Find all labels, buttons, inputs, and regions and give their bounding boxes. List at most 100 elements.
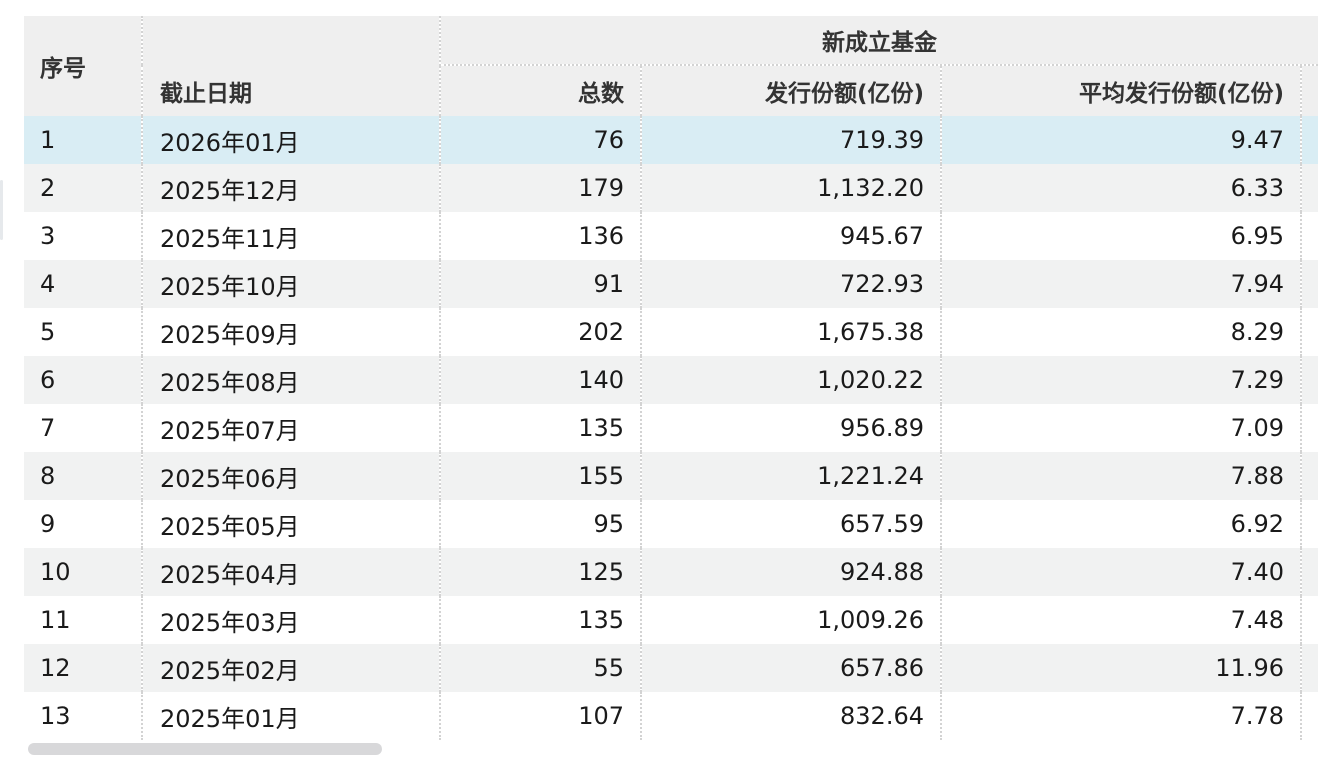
cell-seq: 12 [24,644,142,692]
table-row[interactable]: 3 2025年11月 136 945.67 6.95 [24,212,1318,260]
left-edge-handle [0,180,3,240]
cell-shares: 945.67 [640,212,941,260]
cell-shares: 657.86 [640,644,941,692]
cell-spacer [1300,260,1318,308]
table-row[interactable]: 11 2025年03月 135 1,009.26 7.48 [24,596,1318,644]
cell-shares: 1,009.26 [640,596,941,644]
cell-seq: 1 [24,116,142,164]
cell-spacer [1300,596,1318,644]
cell-seq: 6 [24,356,142,404]
cell-avg-shares: 7.88 [940,452,1301,500]
cell-count: 76 [439,116,641,164]
cell-shares: 719.39 [640,116,941,164]
cell-date: 2025年05月 [141,500,440,548]
cell-avg-shares: 6.33 [940,164,1301,212]
fund-table-container: 序号 新成立基金 截止日期 总数 发行份额(亿份) 平均发行份额(亿份) 1 20… [24,16,1318,740]
cell-count: 125 [439,548,641,596]
cell-date: 2025年10月 [141,260,440,308]
table-row[interactable]: 12 2025年02月 55 657.86 11.96 [24,644,1318,692]
cell-date: 2025年01月 [141,692,440,740]
column-header-date[interactable]: 截止日期 [141,65,440,116]
cell-avg-shares: 9.47 [940,116,1301,164]
cell-count: 155 [439,452,641,500]
cell-avg-shares: 6.95 [940,212,1301,260]
cell-count: 136 [439,212,641,260]
cell-seq: 2 [24,164,142,212]
cell-spacer [1300,500,1318,548]
table-row[interactable]: 13 2025年01月 107 832.64 7.78 [24,692,1318,740]
cell-date: 2025年06月 [141,452,440,500]
cell-spacer [1300,452,1318,500]
cell-shares: 722.93 [640,260,941,308]
cell-shares: 956.89 [640,404,941,452]
cell-date: 2026年01月 [141,116,440,164]
cell-avg-shares: 7.94 [940,260,1301,308]
cell-shares: 1,221.24 [640,452,941,500]
table-row[interactable]: 7 2025年07月 135 956.89 7.09 [24,404,1318,452]
cell-shares: 924.88 [640,548,941,596]
column-header-spacer [1300,65,1318,116]
cell-count: 140 [439,356,641,404]
cell-shares: 1,132.20 [640,164,941,212]
cell-date: 2025年04月 [141,548,440,596]
column-header-avg-shares[interactable]: 平均发行份额(亿份) [940,65,1301,116]
cell-avg-shares: 6.92 [940,500,1301,548]
cell-spacer [1300,356,1318,404]
table-row[interactable]: 8 2025年06月 155 1,221.24 7.88 [24,452,1318,500]
cell-spacer [1300,308,1318,356]
cell-shares: 657.59 [640,500,941,548]
column-header-seq[interactable]: 序号 [24,16,142,116]
cell-avg-shares: 7.78 [940,692,1301,740]
cell-seq: 9 [40,510,56,538]
cell-avg-shares: 7.48 [940,596,1301,644]
cell-seq: 8 [24,452,142,500]
table-header: 序号 新成立基金 截止日期 总数 发行份额(亿份) 平均发行份额(亿份) [24,16,1318,116]
cell-count: 202 [439,308,641,356]
cell-date: 2025年08月 [141,356,440,404]
cell-date: 2025年09月 [141,308,440,356]
cell-shares: 1,675.38 [640,308,941,356]
table-row[interactable]: 10 2025年04月 125 924.88 7.40 [24,548,1318,596]
column-header-blank [141,16,440,65]
cell-avg-shares: 7.29 [940,356,1301,404]
cell-date: 2025年02月 [141,644,440,692]
new-funds-table: 序号 新成立基金 截止日期 总数 发行份额(亿份) 平均发行份额(亿份) 1 20… [24,16,1318,740]
cell-spacer [1300,404,1318,452]
table-row[interactable]: 4 2025年10月 91 722.93 7.94 [24,260,1318,308]
cell-seq: 4 [24,260,142,308]
cell-count: 55 [439,644,641,692]
column-header-shares[interactable]: 发行份额(亿份) [640,65,941,116]
column-group-new-funds: 新成立基金 [439,16,1318,66]
horizontal-scrollbar[interactable] [28,743,382,755]
cell-count: 135 [439,404,641,452]
cell-date: 2025年12月 [141,164,440,212]
cell-seq: 11 [40,606,71,634]
table-body: 1 2026年01月 76 719.39 9.47 2 2025年12月 179 1,132.2… [24,116,1318,740]
cell-spacer [1300,164,1318,212]
cell-spacer [1300,116,1318,164]
table-row[interactable]: 5 2025年09月 202 1,675.38 8.29 [24,308,1318,356]
table-row[interactable]: 6 2025年08月 140 1,020.22 7.29 [24,356,1318,404]
cell-spacer [1300,212,1318,260]
cell-shares: 1,020.22 [640,356,941,404]
cell-count: 95 [439,500,641,548]
cell-avg-shares: 7.40 [940,548,1301,596]
cell-seq: 3 [40,222,56,250]
table-row[interactable]: 1 2026年01月 76 719.39 9.47 [24,116,1318,164]
cell-shares: 832.64 [640,692,941,740]
cell-avg-shares: 11.96 [940,644,1301,692]
cell-count: 135 [439,596,641,644]
cell-spacer [1300,548,1318,596]
cell-seq: 10 [24,548,142,596]
column-header-count[interactable]: 总数 [439,65,641,116]
cell-seq: 13 [24,692,142,740]
table-row[interactable]: 9 2025年05月 95 657.59 6.92 [24,500,1318,548]
cell-date: 2025年03月 [141,596,440,644]
table-row[interactable]: 2 2025年12月 179 1,132.20 6.33 [24,164,1318,212]
cell-avg-shares: 7.09 [940,404,1301,452]
cell-date: 2025年11月 [141,212,440,260]
cell-avg-shares: 8.29 [940,308,1301,356]
cell-date: 2025年07月 [141,404,440,452]
cell-count: 107 [439,692,641,740]
cell-seq: 7 [40,414,56,442]
